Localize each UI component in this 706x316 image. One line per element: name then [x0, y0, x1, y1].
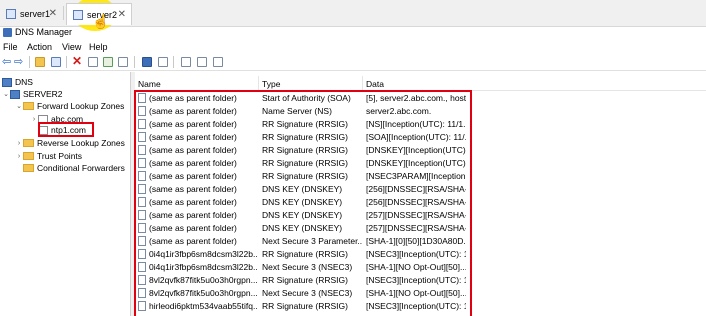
menu-file[interactable]: File	[3, 42, 18, 52]
dns-manager-icon	[3, 28, 12, 37]
chevron-right-icon[interactable]: ›	[15, 153, 23, 160]
column-header-type[interactable]: Type	[262, 79, 280, 89]
zone-icon[interactable]	[181, 57, 191, 67]
close-icon[interactable]: ✕	[118, 9, 126, 20]
folder-icon	[23, 152, 34, 160]
tab-label: server1	[20, 9, 51, 19]
menu-view[interactable]: View	[62, 42, 81, 52]
tree-item-server2[interactable]: ⌄ SERVER2	[2, 89, 63, 99]
tree-label: Forward Lookup Zones	[37, 101, 125, 111]
back-icon[interactable]: ⇦	[2, 55, 11, 68]
tree-item-forward-lookup-zones[interactable]: ⌄ Forward Lookup Zones	[15, 101, 124, 111]
toolbar-separator	[29, 56, 30, 68]
toolbar-separator	[173, 56, 174, 68]
column-divider[interactable]	[258, 76, 259, 90]
hand-cursor-icon: ☝	[92, 13, 110, 29]
tree-label: Reverse Lookup Zones	[37, 138, 125, 148]
view-icon[interactable]	[158, 57, 168, 67]
tree-item-reverse-lookup-zones[interactable]: › Reverse Lookup Zones	[15, 138, 125, 148]
document-icon[interactable]	[197, 57, 207, 67]
menu-help[interactable]: Help	[89, 42, 108, 52]
refresh-icon[interactable]	[103, 57, 113, 67]
tree-item-conditional-forwarders[interactable]: Conditional Forwarders	[15, 163, 125, 173]
folder-icon	[23, 139, 34, 147]
tree-item-dns[interactable]: DNS	[2, 77, 33, 87]
chevron-right-icon[interactable]: ›	[30, 116, 38, 123]
server-icon	[10, 89, 20, 99]
column-divider[interactable]	[362, 76, 363, 90]
toolbar-separator	[134, 56, 135, 68]
tree-label: DNS	[15, 77, 33, 87]
dns-icon	[2, 77, 12, 87]
properties-icon[interactable]	[88, 57, 98, 67]
delete-icon[interactable]: ✕	[72, 54, 82, 68]
close-icon[interactable]: ✕	[49, 8, 57, 19]
menu-action[interactable]: Action	[27, 42, 52, 52]
records-annotation-box	[134, 90, 472, 316]
document-icon[interactable]	[213, 57, 223, 67]
toolbar-separator	[66, 56, 67, 68]
tree-label: Trust Points	[37, 151, 83, 161]
tree-label: Conditional Forwarders	[37, 163, 125, 173]
forward-icon[interactable]: ⇨	[14, 55, 23, 68]
server-icon	[73, 9, 83, 20]
chevron-down-icon[interactable]: ⌄	[2, 90, 10, 98]
tab-divider	[63, 6, 64, 20]
selection-annotation-box	[38, 122, 94, 137]
folder-icon	[23, 102, 34, 110]
chevron-right-icon[interactable]: ›	[15, 140, 23, 147]
list-header	[134, 76, 706, 91]
folder-icon	[23, 164, 34, 172]
help-icon[interactable]	[142, 57, 152, 67]
show-tree-icon[interactable]	[51, 57, 61, 67]
server-icon	[6, 9, 16, 19]
window-title: DNS Manager	[15, 27, 73, 37]
column-header-name[interactable]: Name	[138, 79, 161, 89]
tab-server1[interactable]: server1 ✕	[0, 3, 62, 25]
tree-label: SERVER2	[23, 89, 63, 99]
column-header-data[interactable]: Data	[366, 79, 384, 89]
up-folder-icon[interactable]	[35, 57, 45, 67]
export-list-icon[interactable]	[118, 57, 128, 67]
chevron-down-icon[interactable]: ⌄	[15, 102, 23, 110]
tree-item-trust-points[interactable]: › Trust Points	[15, 151, 82, 161]
